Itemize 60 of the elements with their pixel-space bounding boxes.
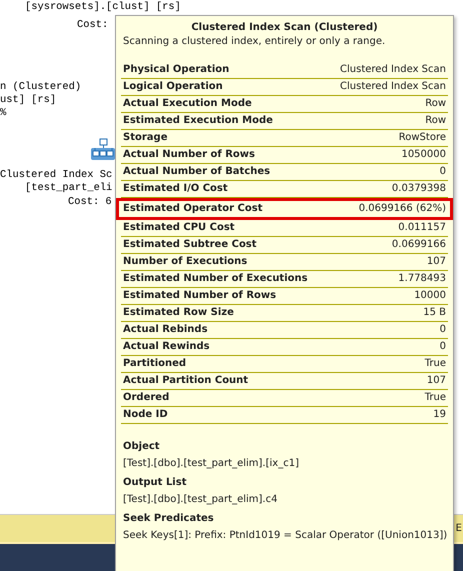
property-value: 0.0699166 (62%) <box>358 202 446 216</box>
property-label: Estimated Subtree Cost <box>123 238 257 252</box>
property-value: 107 <box>426 255 446 269</box>
plan-node-text: Clustered Index Sc <box>0 169 112 181</box>
property-value: True <box>424 357 446 371</box>
property-label: Actual Execution Mode <box>123 97 252 111</box>
plan-node-text: [sysrowsets].[clust] [rs] <box>25 1 181 13</box>
section-heading: Object <box>123 440 161 454</box>
property-value: 1.778493 <box>398 272 446 286</box>
property-value: Row <box>425 114 446 128</box>
property-label: Estimated Execution Mode <box>123 114 273 128</box>
plan-node-text: [test_part_eli <box>25 182 112 194</box>
property-value: 0.011157 <box>398 221 446 235</box>
property-label: Partitioned <box>123 357 186 371</box>
tooltip-description: Scanning a clustered index, entirely or only a range. <box>123 36 386 47</box>
section-text: [Test].[dbo].[test_part_elim].[ix_c1] <box>123 457 300 471</box>
plan-node-text: Cost: 6 <box>68 196 112 208</box>
property-value: Clustered Index Scan <box>340 80 446 94</box>
property-label: Estimated CPU Cost <box>123 221 235 235</box>
property-label: Ordered <box>123 391 170 405</box>
property-value: 19 <box>433 408 446 422</box>
property-value: 0 <box>440 340 446 354</box>
property-value: 0.0699166 <box>392 238 446 252</box>
section-heading: Seek Predicates <box>123 512 215 526</box>
property-label: Estimated Number of Executions <box>123 272 308 286</box>
property-value: Clustered Index Scan <box>340 63 446 77</box>
index-scan-icon <box>90 138 116 162</box>
property-value: 1050000 <box>401 148 446 162</box>
section-heading: Output List <box>123 476 188 490</box>
plan-node-text: n (Clustered) <box>0 81 82 93</box>
property-label: Estimated Number of Rows <box>123 289 276 303</box>
tooltip-title: Clustered Index Scan (Clustered) <box>190 22 379 33</box>
property-value: 0.0379398 <box>392 182 446 196</box>
property-label: Storage <box>123 131 168 145</box>
property-label: Estimated I/O Cost <box>123 182 228 196</box>
property-label: Estimated Operator Cost <box>123 202 262 216</box>
property-label: Actual Number of Batches <box>123 165 270 179</box>
property-value: 0 <box>440 323 446 337</box>
section-text: Seek Keys[1]: Prefix: PtnId1019 = Scalar Operator ([Union1013]) <box>123 529 448 543</box>
property-label: Actual Rewinds <box>123 340 210 354</box>
status-text: E <box>456 523 462 534</box>
section-text: [Test].[dbo].[test_part_elim].c4 <box>123 493 278 507</box>
property-value: 10000 <box>414 289 446 303</box>
property-value: True <box>424 391 446 405</box>
property-value: 0 <box>440 165 446 179</box>
property-label: Actual Rebinds <box>123 323 208 337</box>
property-value: Row <box>425 97 446 111</box>
property-label: Number of Executions <box>123 255 248 269</box>
property-value: 107 <box>426 374 446 388</box>
property-label: Estimated Row Size <box>123 306 234 320</box>
property-value: 15 B <box>423 306 446 320</box>
property-label: Actual Number of Rows <box>123 148 255 162</box>
plan-node-text: % <box>0 107 6 119</box>
plan-node-text: Cost: <box>77 19 108 31</box>
property-value: RowStore <box>398 131 446 145</box>
property-label: Logical Operation <box>123 80 223 94</box>
property-label: Actual Partition Count <box>123 374 248 388</box>
property-label: Node ID <box>123 408 168 422</box>
plan-node-text: ust] [rs] <box>0 94 56 106</box>
property-label: Physical Operation <box>123 63 230 77</box>
